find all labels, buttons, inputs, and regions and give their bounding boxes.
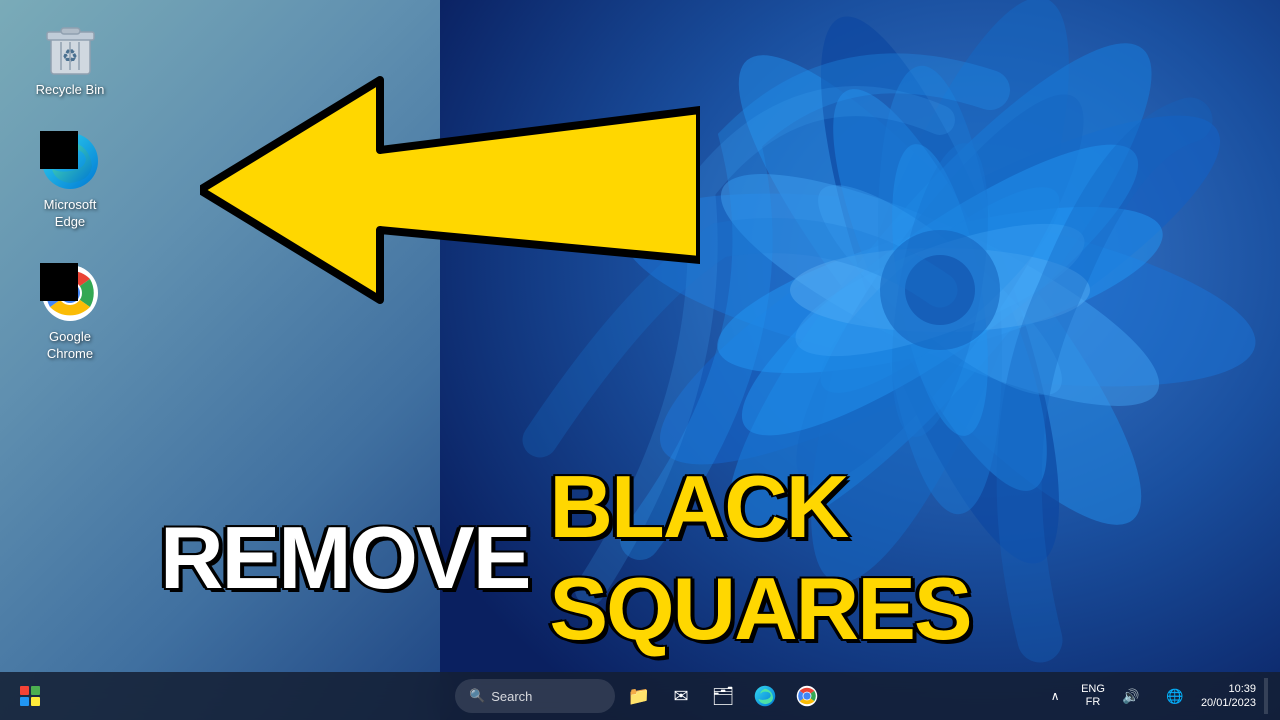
taskbar-center: 🔍 Search 📁 ✉ 🗂 [455,678,825,714]
start-button[interactable] [12,678,48,714]
mail-icon: ✉ [673,686,688,707]
recycle-bin-icon[interactable]: ♻ Recycle Bin [10,10,130,105]
store-icon: 🗂 [712,686,735,707]
volume-button[interactable]: 🔊 [1113,678,1149,714]
microsoft-edge-icon[interactable]: MicrosoftEdge [10,125,130,237]
taskbar-left [12,678,48,714]
google-chrome-icon[interactable]: GoogleChrome [10,257,130,369]
edge-label: MicrosoftEdge [44,197,97,231]
windows-logo-icon [20,686,40,706]
chrome-label: GoogleChrome [47,329,93,363]
search-bar[interactable]: 🔍 Search [455,679,615,713]
mail-button[interactable]: ✉ [663,678,699,714]
file-explorer-button[interactable]: 📁 [621,678,657,714]
text-remove: REMOVE [160,507,529,609]
taskbar: 🔍 Search 📁 ✉ 🗂 [0,672,1280,720]
clock-time: 10:39 [1228,682,1256,696]
taskbar-chrome-button[interactable] [789,678,825,714]
network-icon: 🌐 [1166,688,1183,705]
search-label: Search [491,689,532,704]
chevron-up-icon: ∧ [1051,689,1060,703]
show-desktop-button[interactable] [1264,678,1268,714]
store-button[interactable]: 🗂 [705,678,741,714]
volume-icon: 🔊 [1122,688,1139,705]
recycle-bin-image: ♻ [40,16,100,76]
overlay-text: REMOVE BLACK SQUARES [160,456,1280,660]
yellow-arrow [200,60,700,320]
system-tray-expand[interactable]: ∧ [1037,678,1073,714]
taskbar-edge-icon [754,685,776,707]
network-button[interactable]: 🌐 [1157,678,1193,714]
clock-area[interactable]: 10:39 20/01/2023 [1201,682,1256,711]
region-text: FR [1081,696,1105,709]
win-square-2 [31,686,40,695]
taskbar-right: ∧ ENG FR 🔊 🌐 10:39 20/01/2023 [1037,678,1268,714]
recycle-bin-label: Recycle Bin [36,82,105,99]
clock-date: 20/01/2023 [1201,696,1256,710]
search-icon: 🔍 [469,688,485,704]
win-square-4 [31,697,40,706]
language-indicator[interactable]: ENG FR [1081,683,1105,709]
taskbar-chrome-icon [796,685,818,707]
chrome-image [40,263,100,323]
win-square-3 [20,697,29,706]
win-square-1 [20,686,29,695]
text-black-squares: BLACK SQUARES [549,456,1280,660]
language-text: ENG [1081,683,1105,696]
desktop: ♻ Recycle Bin [0,0,1280,720]
desktop-icons-container: ♻ Recycle Bin [0,0,140,378]
file-explorer-icon: 📁 [628,686,650,707]
edge-image [40,131,100,191]
taskbar-edge-button[interactable] [747,678,783,714]
